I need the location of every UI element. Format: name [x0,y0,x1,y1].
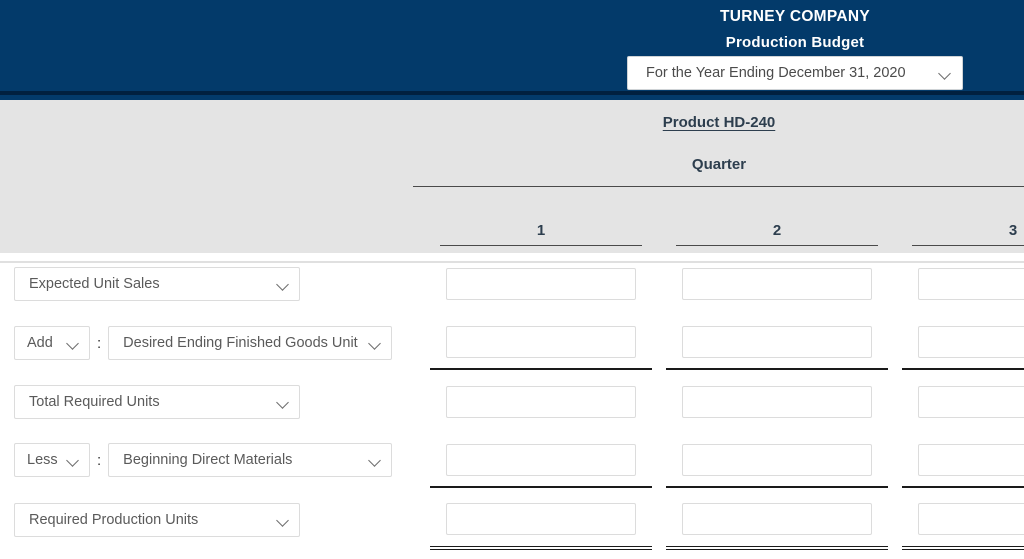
chevron-down-icon [277,278,290,291]
column-header-3: 3 [912,222,1024,246]
app-header: TURNEY COMPANY Production Budget For the… [0,0,1024,100]
total-rule-r4-c2 [666,546,888,550]
cell-input-r1-c1[interactable] [446,326,636,358]
total-rule-r4-c1 [430,546,652,550]
cell-input-r1-c2[interactable] [682,326,872,358]
cell-input-r2-c1[interactable] [446,386,636,418]
chevron-down-icon [939,67,952,80]
header-titles: TURNEY COMPANY Production Budget [625,0,965,50]
row-label-beginning-direct-materials: Less : Beginning Direct Materials [14,443,393,477]
account-select-3[interactable]: Beginning Direct Materials [108,443,393,477]
row-label-total-required-units: Total Required Units [14,385,300,419]
cell-input-r1-c3[interactable] [918,326,1024,358]
column-header-2: 2 [676,222,878,246]
cell-input-r2-c3[interactable] [918,386,1024,418]
row-label-expected-unit-sales: Expected Unit Sales [14,267,300,301]
cell-input-r0-c3[interactable] [918,268,1024,300]
chevron-down-icon [277,514,290,527]
cell-input-r2-c2[interactable] [682,386,872,418]
row-separator-3: : [97,451,102,469]
subtotal-rule-r3-c1 [430,486,652,488]
operator-select-1[interactable]: Add [14,326,90,360]
product-heading: Product HD-240 [662,114,776,131]
company-name: TURNEY COMPANY [719,8,871,25]
account-select-1[interactable]: Desired Ending Finished Goods Unit [108,326,393,360]
chevron-down-icon [67,454,80,467]
account-select-3-value: Beginning Direct Materials [123,452,293,468]
subtotal-rule-r1-c3 [902,368,1024,370]
column-header-1: 1 [440,222,642,246]
subtotal-rule-r3-c3 [902,486,1024,488]
cell-input-r0-c2[interactable] [682,268,872,300]
cell-input-r4-c3[interactable] [918,503,1024,535]
account-select-1-value: Desired Ending Finished Goods Unit [123,335,358,351]
cell-input-r3-c2[interactable] [682,444,872,476]
row-label-required-production-units: Required Production Units [14,503,300,537]
operator-select-3[interactable]: Less [14,443,90,477]
row-label-desired-ending-finished-goods: Add : Desired Ending Finished Goods Unit [14,326,393,360]
subtotal-rule-r1-c1 [430,368,652,370]
account-select-0[interactable]: Expected Unit Sales [14,267,300,301]
operator-select-1-value: Add [27,335,53,351]
chevron-down-icon [369,337,382,350]
cell-input-r3-c1[interactable] [446,444,636,476]
chevron-down-icon [67,337,80,350]
budget-title: Production Budget [725,33,865,51]
account-select-4-value: Required Production Units [29,512,199,528]
total-rule-r4-c3 [902,546,1024,550]
account-select-4[interactable]: Required Production Units [14,503,300,537]
production-budget-worksheet: TURNEY COMPANY Production Budget For the… [0,0,1024,559]
chevron-down-icon [369,454,382,467]
header-bottom-rule [0,91,1024,95]
period-select[interactable]: For the Year Ending December 31, 2020 [627,56,963,90]
chevron-down-icon [277,396,290,409]
subtotal-rule-r3-c2 [666,486,888,488]
cell-input-r0-c1[interactable] [446,268,636,300]
operator-select-3-value: Less [27,452,58,468]
cell-input-r4-c1[interactable] [446,503,636,535]
account-select-0-value: Expected Unit Sales [29,276,160,292]
account-select-2[interactable]: Total Required Units [14,385,300,419]
quarter-group-heading: Quarter [691,156,747,173]
subtotal-rule-r1-c2 [666,368,888,370]
header-body-divider [0,261,1024,263]
period-select-value: For the Year Ending December 31, 2020 [646,65,906,81]
cell-input-r4-c2[interactable] [682,503,872,535]
cell-input-r3-c3[interactable] [918,444,1024,476]
row-separator-1: : [97,334,102,352]
quarter-group-rule [413,186,1024,187]
account-select-2-value: Total Required Units [29,394,160,410]
